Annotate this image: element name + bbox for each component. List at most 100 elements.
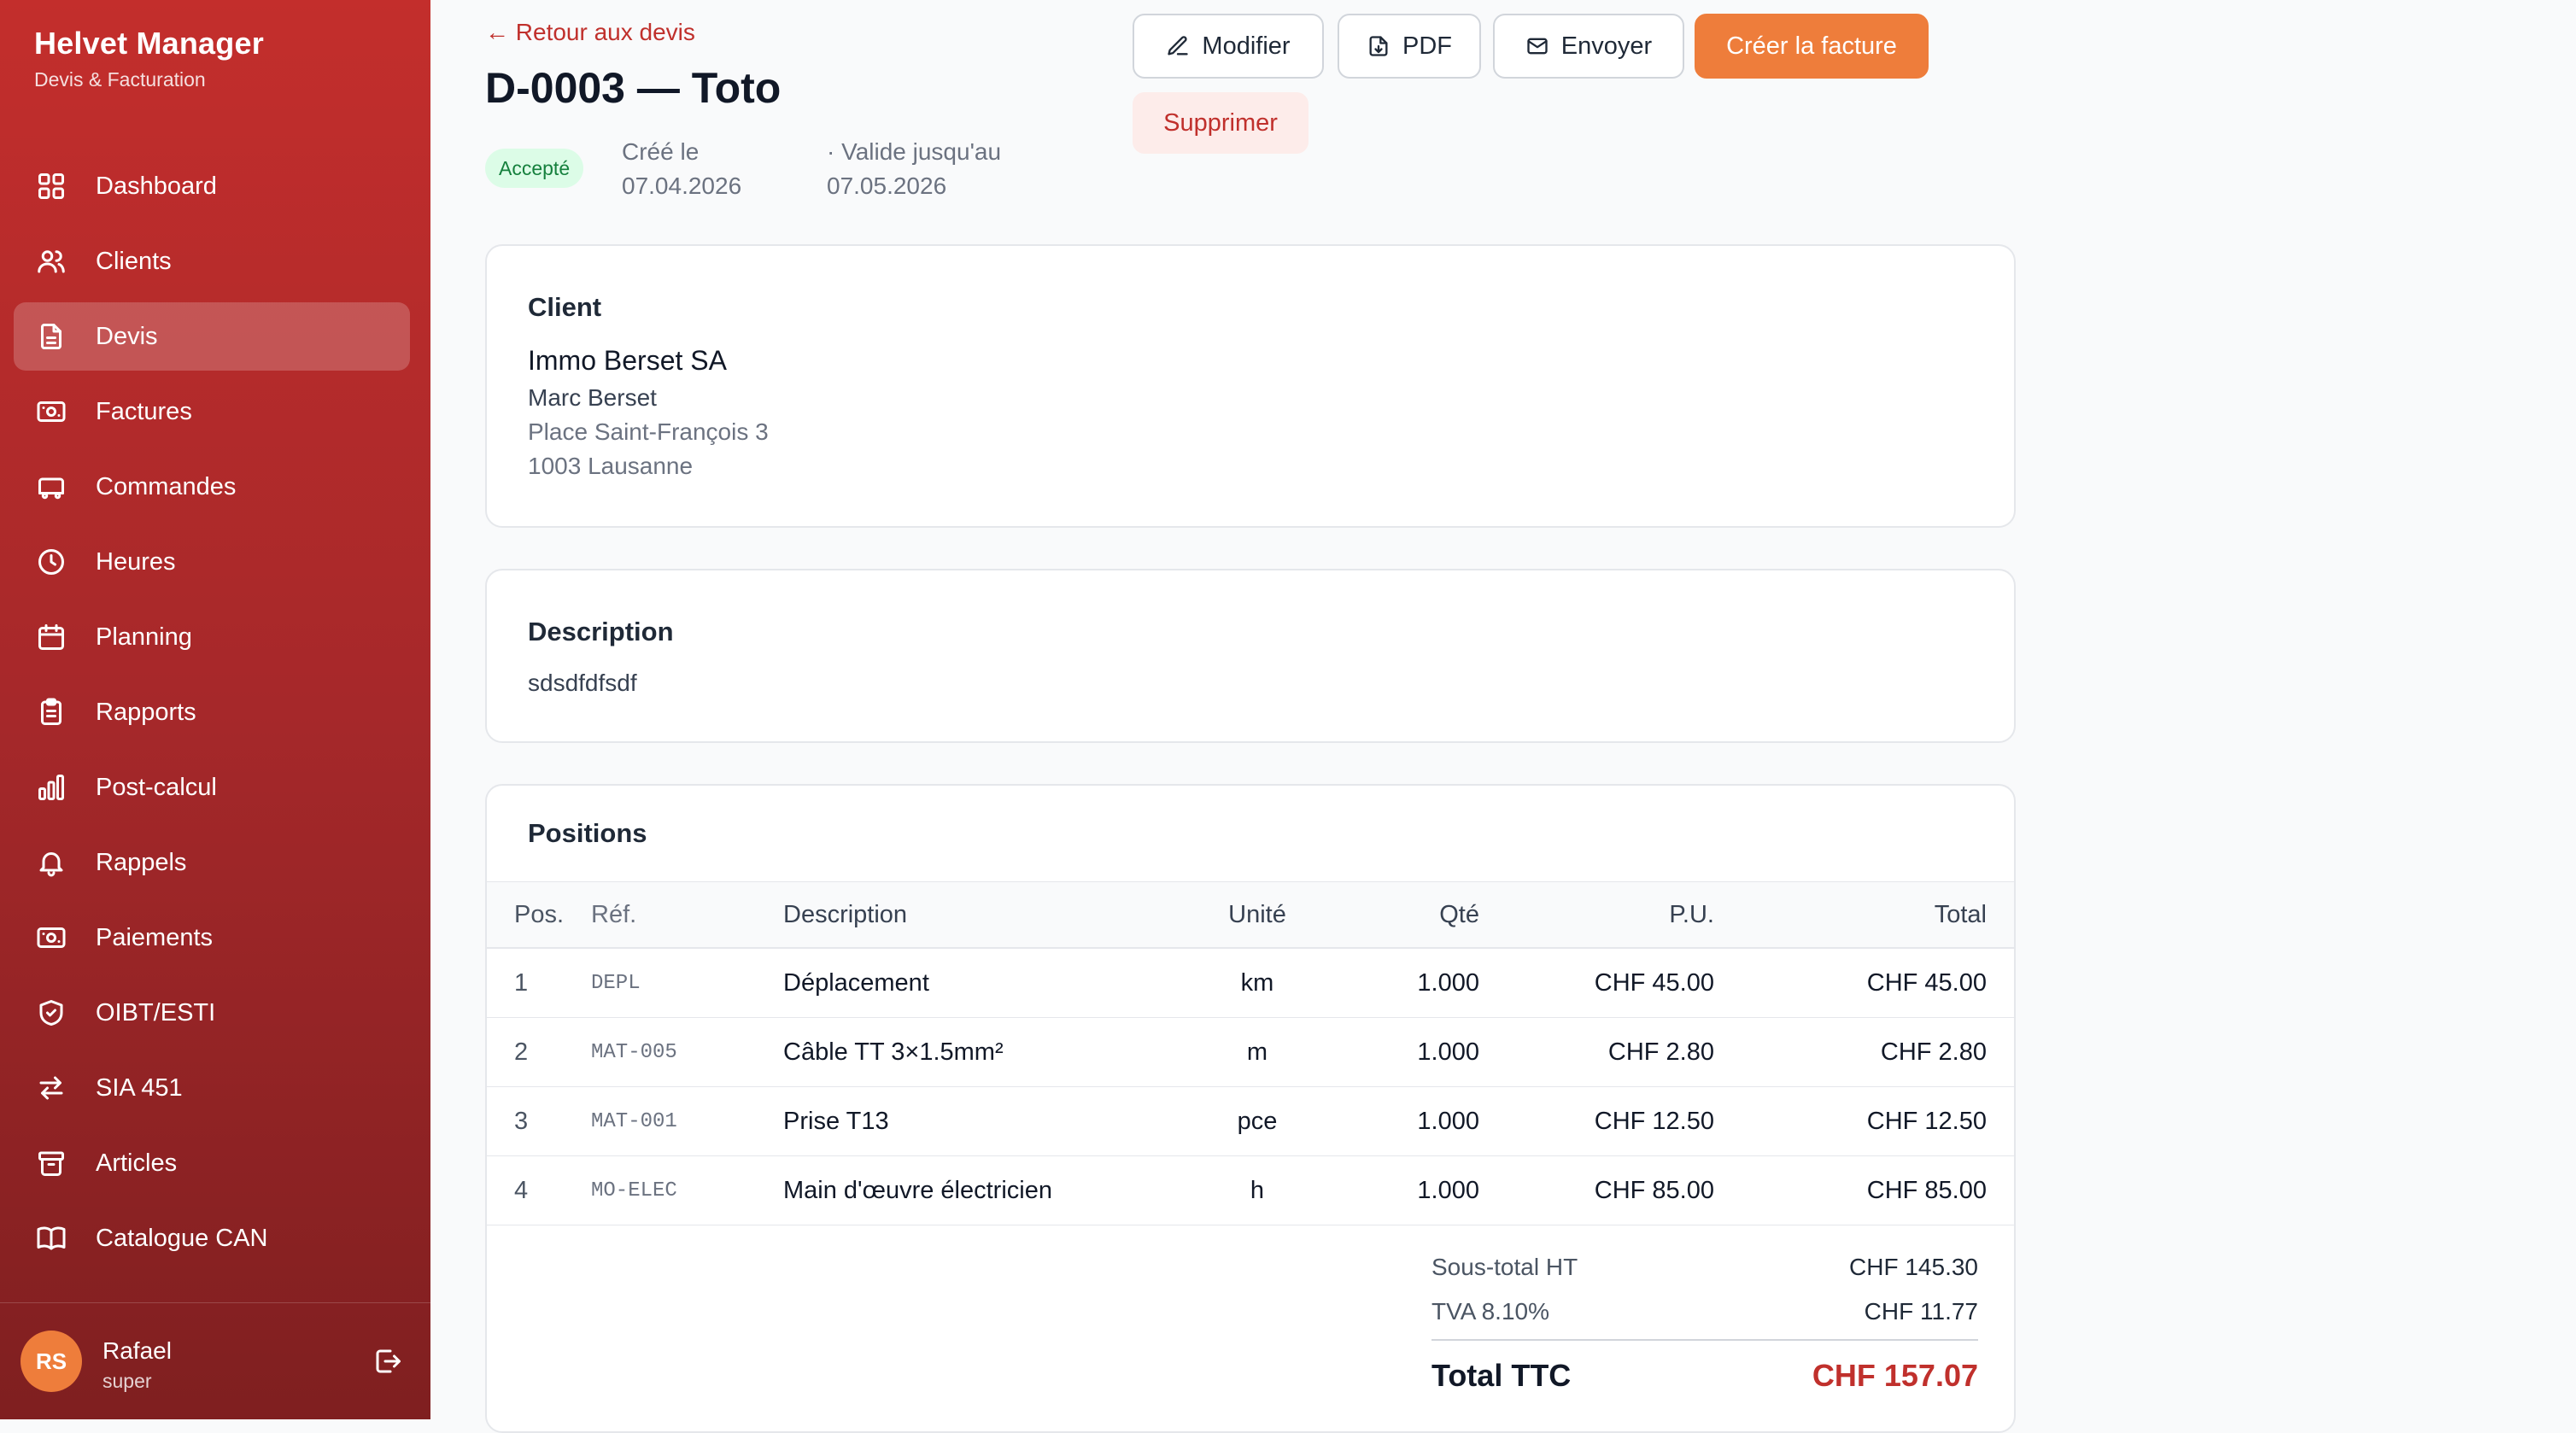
sidebar-item-clients[interactable]: Clients (14, 227, 410, 295)
cell-total: CHF 2.80 (1714, 1017, 2014, 1087)
bell-icon (36, 847, 67, 878)
cell-ref: MAT-005 (591, 1017, 783, 1087)
description-text: sdsdfdfsdf (528, 670, 637, 696)
banknote-icon (36, 922, 67, 953)
client-card: Client Immo Berset SA Marc Berset Place … (485, 244, 2016, 528)
sidebar-item-label: Dashboard (96, 172, 217, 200)
file-download-icon (1369, 36, 1388, 56)
grid-icon (36, 171, 67, 202)
description-heading: Description (528, 617, 674, 646)
column-header-pos: Pos. (487, 881, 591, 949)
sidebar: Helvet Manager Devis & Facturation Dashb… (0, 0, 430, 1419)
status-badge: Accepté (485, 149, 584, 188)
client-street: Place Saint-François 3 (528, 418, 769, 445)
delete-button[interactable]: Supprimer (1133, 92, 1308, 154)
mail-icon (1527, 38, 1548, 55)
pdf-button-label: PDF (1402, 32, 1452, 60)
cell-total: CHF 45.00 (1714, 948, 2014, 1018)
sidebar-item-label: Rapports (96, 698, 196, 726)
sidebar-item-label: Commandes (96, 472, 237, 500)
cell-pos: 1 (487, 948, 591, 1018)
cell-pos: 4 (487, 1155, 591, 1225)
clock-icon (36, 547, 67, 577)
client-heading: Client (528, 292, 602, 322)
cell-ref: DEPL (591, 948, 783, 1018)
sidebar-item-sia-451[interactable]: SIA 451 (14, 1054, 410, 1122)
description-card: Description sdsdfdfsdf (485, 569, 2016, 743)
sidebar-item-label: OIBT/ESTI (96, 998, 216, 1026)
edit-button-label: Modifier (1202, 32, 1291, 60)
create-invoice-button[interactable]: Créer la facture (1695, 14, 1929, 79)
sidebar-item-label: Post-calcul (96, 773, 217, 801)
vat-value: CHF 11.77 (1864, 1298, 1978, 1325)
subtotal-label: Sous-total HT (1431, 1254, 1578, 1280)
cell-ref: MAT-001 (591, 1086, 783, 1156)
send-button[interactable]: Envoyer (1493, 14, 1684, 79)
table-row: 2 MAT-005 Câble TT 3×1.5mm² m 1.000 CHF … (487, 1017, 2014, 1087)
pencil-icon (1168, 36, 1189, 56)
total-row: Total TTC CHF 157.07 (1431, 1341, 1978, 1409)
sidebar-item-dashboard[interactable]: Dashboard (14, 152, 410, 220)
cell-description: Main d'œuvre électricien (783, 1155, 1210, 1225)
cell-qty: 1.000 (1304, 1155, 1479, 1225)
book-icon (36, 1223, 67, 1254)
total-label: Total TTC (1431, 1358, 1572, 1393)
brand-title: Helvet Manager (34, 26, 264, 61)
sidebar-item-catalogue-can[interactable]: Catalogue CAN (14, 1204, 410, 1272)
back-to-quotes-link[interactable]: ← Retour aux devis (485, 19, 695, 46)
subtotal-row: Sous-total HT CHF 145.30 (1431, 1247, 1978, 1291)
sidebar-item-rappels[interactable]: Rappels (14, 828, 410, 897)
brand-subtitle: Devis & Facturation (34, 68, 206, 91)
sidebar-item-planning[interactable]: Planning (14, 603, 410, 671)
positions-card: Positions Pos. Réf. Description Unité Qt… (485, 784, 2016, 1433)
cell-unit-price: CHF 12.50 (1479, 1086, 1714, 1156)
bar-chart-icon (36, 772, 67, 803)
cell-qty: 1.000 (1304, 948, 1479, 1018)
cell-description: Prise T13 (783, 1086, 1210, 1156)
cell-unit: pce (1210, 1086, 1304, 1156)
sidebar-item-label: Clients (96, 247, 172, 275)
logout-icon[interactable] (372, 1346, 403, 1377)
sidebar-item-heures[interactable]: Heures (14, 528, 410, 596)
sidebar-item-paiements[interactable]: Paiements (14, 904, 410, 972)
table-row: 3 MAT-001 Prise T13 pce 1.000 CHF 12.50 … (487, 1086, 2014, 1156)
sidebar-item-oibt-esti[interactable]: OIBT/ESTI (14, 979, 410, 1047)
sidebar-item-articles[interactable]: Articles (14, 1129, 410, 1197)
column-header-unit: Unité (1210, 881, 1304, 949)
cell-unit-price: CHF 45.00 (1479, 948, 1714, 1018)
sidebar-item-commandes[interactable]: Commandes (14, 453, 410, 521)
user-panel: RS Rafael super (0, 1302, 430, 1419)
sidebar-item-rapports[interactable]: Rapports (14, 678, 410, 746)
user-role: super (102, 1370, 152, 1392)
cell-description: Câble TT 3×1.5mm² (783, 1017, 1210, 1087)
sidebar-item-label: Articles (96, 1149, 178, 1177)
arrows-left-right-icon (36, 1073, 67, 1103)
sidebar-item-label: Rappels (96, 848, 187, 876)
client-company: Immo Berset SA (528, 345, 727, 376)
clipboard-icon (36, 697, 67, 728)
truck-icon (36, 471, 67, 502)
column-header-qty: Qté (1304, 881, 1479, 949)
user-name: Rafael (102, 1337, 172, 1364)
cell-total: CHF 85.00 (1714, 1155, 2014, 1225)
sidebar-nav: Dashboard Clients Devis Factures Command… (14, 152, 410, 1279)
total-value: CHF 157.07 (1812, 1358, 1978, 1393)
cell-qty: 1.000 (1304, 1017, 1479, 1087)
cell-unit: km (1210, 948, 1304, 1018)
avatar: RS (20, 1331, 82, 1392)
cell-description: Déplacement (783, 948, 1210, 1018)
users-icon (36, 246, 67, 277)
sidebar-item-devis[interactable]: Devis (14, 302, 410, 371)
client-city: 1003 Lausanne (528, 453, 694, 479)
main-content: ← Retour aux devis D-0003 — Toto Accepté… (430, 0, 2576, 1433)
positions-heading: Positions (528, 818, 647, 848)
cell-ref: MO-ELEC (591, 1155, 783, 1225)
created-date: Créé le 07.04.2026 (622, 138, 742, 199)
table-header-row: Pos. Réf. Description Unité Qté P.U. Tot… (487, 881, 2014, 949)
sidebar-item-factures[interactable]: Factures (14, 377, 410, 446)
sidebar-item-label: Factures (96, 397, 192, 425)
sidebar-item-label: Heures (96, 547, 176, 576)
edit-button[interactable]: Modifier (1133, 14, 1324, 79)
sidebar-item-post-calcul[interactable]: Post-calcul (14, 753, 410, 822)
pdf-button[interactable]: PDF (1338, 14, 1481, 79)
